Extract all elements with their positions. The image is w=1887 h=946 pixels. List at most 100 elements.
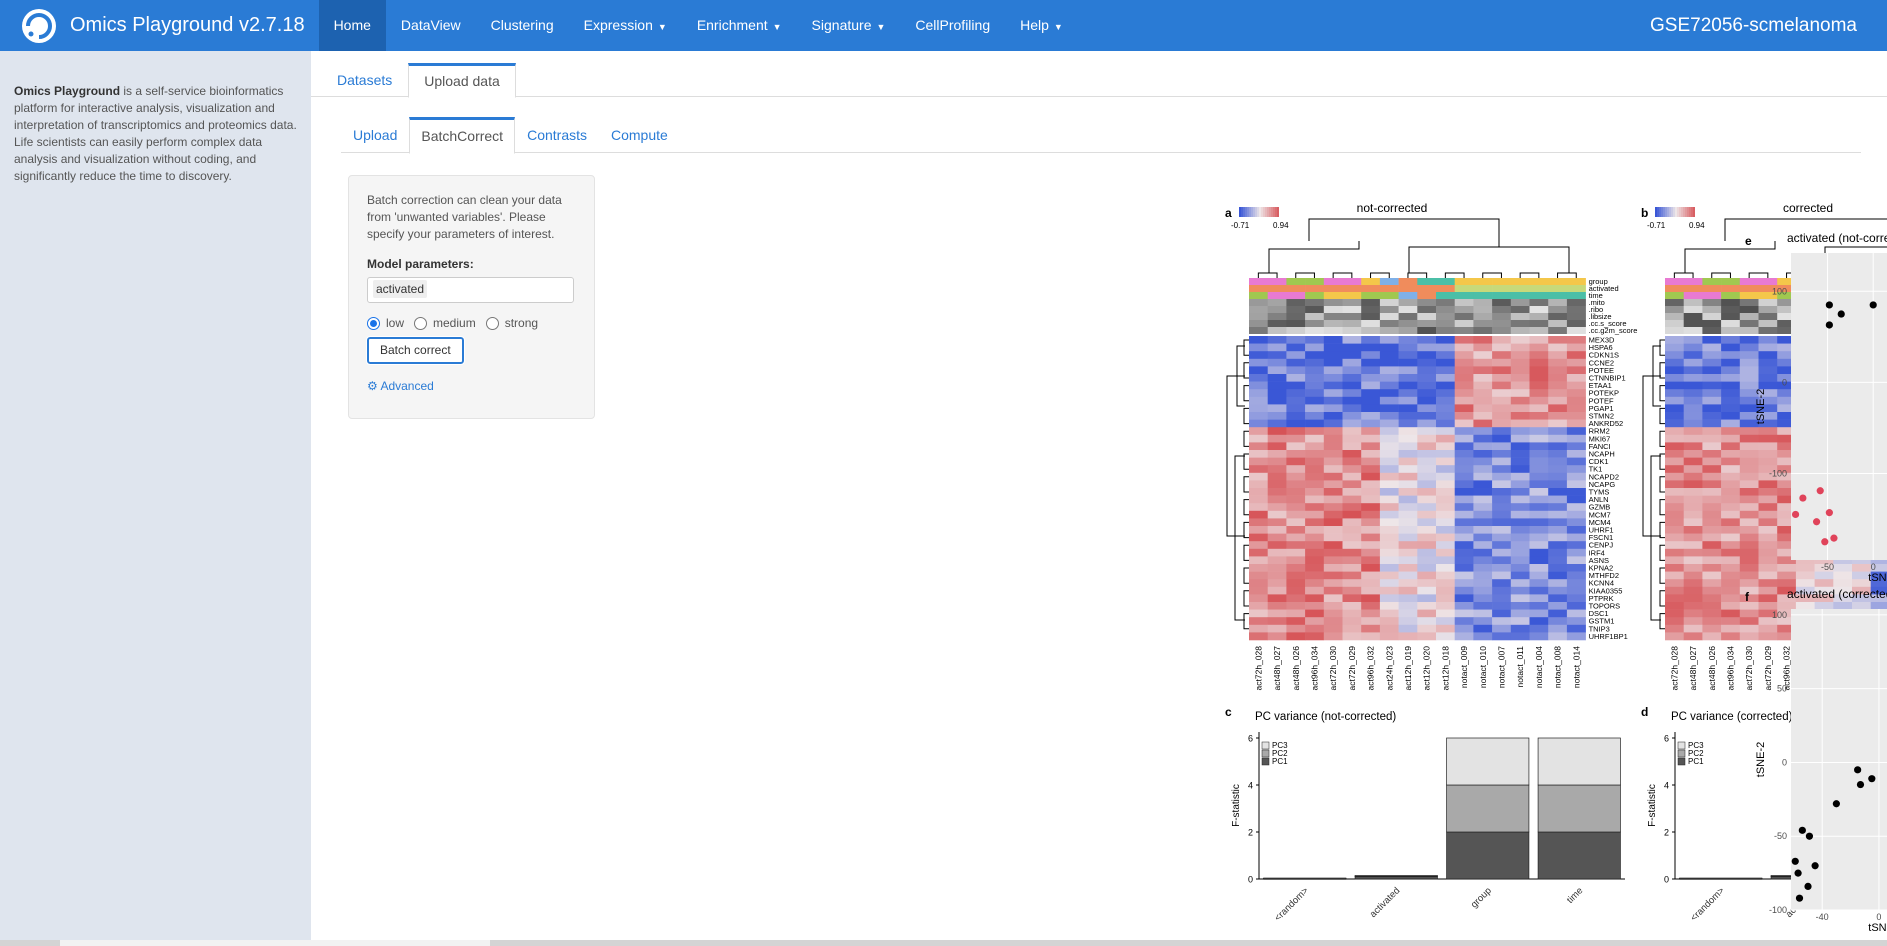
heatmap-cell [1417,510,1437,519]
annotation-cell [1454,285,1474,292]
heatmap-cell [1286,442,1306,451]
heatmap-cell [1305,594,1325,603]
legend-swatch [1275,207,1277,217]
radio-low[interactable]: low [367,315,404,332]
heatmap-cell [1454,465,1474,474]
heatmap-cell [1492,541,1512,550]
heatmap-cell [1758,351,1778,360]
annotation-cell [1436,292,1455,299]
heatmap-cell [1529,556,1549,565]
heatmap-cell [1249,548,1268,557]
model-parameters-input[interactable]: activated [367,277,574,303]
annotation-cell [1267,320,1287,327]
heatmap-cell [1777,579,1797,588]
horizontal-scrollbar[interactable] [0,940,1887,946]
annotation-cell [1436,285,1455,292]
advanced-link[interactable]: ⚙ Advanced [367,378,576,395]
heatmap-cell [1417,624,1437,633]
heatmap-cell [1758,556,1778,565]
heatmap-cell [1683,488,1703,496]
annotation-cell [1454,292,1474,299]
annotation-cell [1342,320,1362,327]
batch-correct-button[interactable]: Batch correct [366,336,465,365]
annotation-cell [1286,306,1306,313]
radio-button[interactable] [414,317,428,330]
heatmap-cell [1323,571,1343,580]
heatmap-cell [1683,617,1703,626]
heatmap-cell [1417,396,1437,405]
nav-help[interactable]: Help ▼ [1005,0,1078,51]
nav-expression[interactable]: Expression ▼ [569,0,682,51]
radio-medium[interactable]: medium [414,315,476,332]
heatmap-cell [1758,602,1778,610]
dendro-leaf [1257,272,1278,278]
heatmap-cell [1814,571,1834,580]
heatmap-cell [1323,556,1343,565]
heatmap-cell [1510,632,1530,641]
heatmap-cell [1473,594,1493,603]
annotation-cell [1739,313,1759,320]
heatmap-cell [1548,351,1568,360]
tab-contrasts[interactable]: Contrasts [515,117,599,154]
annotation-cell [1454,320,1474,327]
tab-batchcorrect[interactable]: BatchCorrect [409,117,516,154]
heatmap-cell [1721,503,1741,512]
heatmap-cell [1566,495,1586,504]
heatmap-cell [1436,351,1455,360]
heatmap-cell [1702,564,1722,572]
heatmap-cell [1702,571,1722,580]
heatmap-cell [1398,472,1418,481]
y-axis-label: tSNE-2 [1755,389,1767,424]
heatmap-cell [1454,526,1474,534]
heatmap-cell [1566,374,1586,382]
annotation-cell [1529,327,1549,334]
x-tick-label: -40 [1816,912,1829,922]
tab-upload[interactable]: Upload [341,117,409,154]
heatmap-cell [1398,518,1418,527]
nav-cellprofiling[interactable]: CellProfiling [900,0,1005,51]
y-tick-label: 2 [1664,828,1669,838]
heatmap-cell [1721,434,1741,443]
annotation-cell [1529,292,1549,299]
heatmap-cell [1379,632,1399,641]
heatmap-cell [1548,548,1568,557]
heatmap-cell [1249,381,1268,390]
heatmap-cell [1758,526,1778,534]
heatmap-cell [1492,495,1512,504]
heatmap-cell [1436,389,1455,398]
radio-button[interactable] [367,317,380,330]
radio-strong[interactable]: strong [485,315,538,332]
heatmap-cell [1473,526,1493,534]
annotation-cell [1683,313,1703,320]
heatmap-cell [1492,381,1512,390]
heatmap-cell [1436,457,1455,466]
scrollbar-thumb[interactable] [60,940,490,946]
tab-datasets[interactable]: Datasets [321,63,408,98]
heatmap-cell [1492,412,1512,420]
annotation-cell [1510,299,1530,306]
heatmap-cell [1361,594,1381,603]
annotation-cell [1286,320,1306,327]
brand[interactable]: Omics Playground v2.7.18 [0,0,319,51]
heatmap-cell [1436,381,1455,390]
heatmap-cell [1398,427,1418,436]
model-parameter-tag[interactable]: activated [373,280,428,298]
nav-signature[interactable]: Signature ▼ [797,0,901,51]
tab-upload-data[interactable]: Upload data [408,63,516,98]
radio-button[interactable] [485,317,499,330]
nav-clustering[interactable]: Clustering [476,0,569,51]
nav-enrichment[interactable]: Enrichment ▼ [682,0,797,51]
sample-label: act72h_030 [1744,646,1754,691]
nav-home[interactable]: Home [318,0,386,51]
heatmap-cell [1454,427,1474,436]
heatmap-cell [1379,602,1399,610]
y-tick-label: 0 [1664,875,1669,885]
annotation-cell [1683,327,1703,334]
nav-dataview[interactable]: DataView [386,0,476,51]
advanced-label: Advanced [380,379,434,393]
heatmap-cell [1665,602,1684,610]
heatmap-cell [1286,488,1306,496]
heatmap-cell [1323,381,1343,390]
heatmap-cell [1683,351,1703,360]
heatmap-cell [1267,366,1287,375]
